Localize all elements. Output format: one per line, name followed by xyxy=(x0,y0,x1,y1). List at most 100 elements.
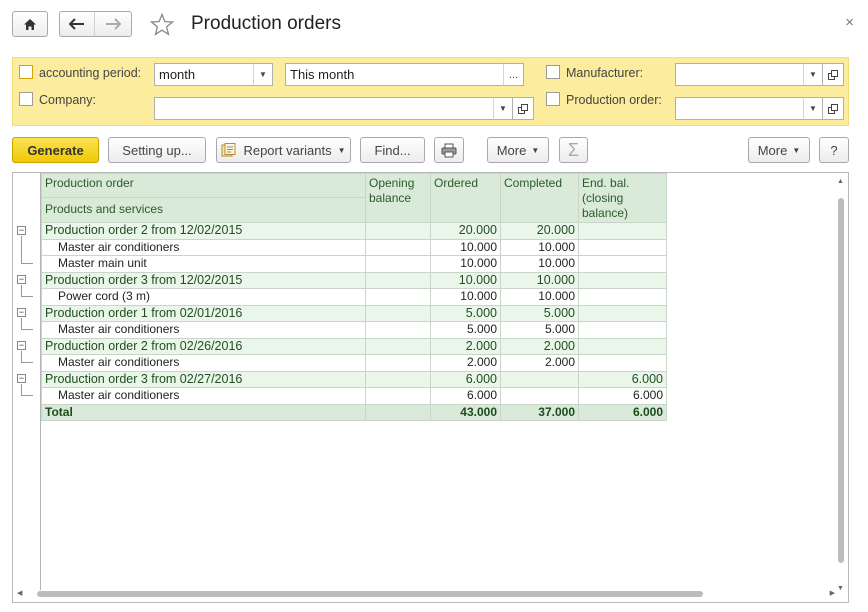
header-ordered: Ordered xyxy=(430,173,501,223)
table-row[interactable]: Master main unit 10.000 10.000 xyxy=(41,255,667,273)
forward-button[interactable] xyxy=(95,11,132,37)
accounting-period-checkbox[interactable] xyxy=(19,65,33,79)
row-end xyxy=(578,321,667,339)
table-row[interactable]: Power cord (3 m) 10.000 10.000 xyxy=(41,288,667,306)
row-name: Master air conditioners xyxy=(41,387,366,405)
open-icon xyxy=(828,69,838,80)
row-completed: 2.000 xyxy=(500,337,579,355)
company-open-button[interactable] xyxy=(512,97,534,120)
dropdown-icon: ▼ xyxy=(809,104,817,113)
report-area[interactable]: Production order Products and services O… xyxy=(12,172,849,603)
row-end xyxy=(578,222,667,240)
collapse-icon[interactable]: − xyxy=(17,275,26,284)
horizontal-scrollbar[interactable]: ◀ ▶ xyxy=(17,589,835,599)
table-row[interactable]: Production order 3 from 12/02/2015 10.000… xyxy=(41,271,667,289)
manufacturer-open-button[interactable] xyxy=(822,63,844,86)
chevron-down-icon: ▼ xyxy=(531,145,540,155)
find-label: Find... xyxy=(374,142,411,158)
row-ordered: 10.000 xyxy=(430,288,501,306)
total-row[interactable]: Total 43.000 37.000 6.000 xyxy=(41,403,667,421)
row-name: Power cord (3 m) xyxy=(41,288,366,306)
row-opening xyxy=(365,271,431,289)
collapse-icon[interactable]: − xyxy=(17,226,26,235)
row-end xyxy=(578,238,667,256)
total-ordered: 43.000 xyxy=(430,403,501,421)
tree-line xyxy=(21,395,33,396)
horizontal-scroll-thumb[interactable] xyxy=(37,591,703,597)
table-row[interactable]: Master air conditioners 6.000 6.000 xyxy=(41,387,667,405)
print-button[interactable] xyxy=(434,137,464,163)
more-right-button[interactable]: More ▼ xyxy=(748,137,810,163)
home-icon xyxy=(24,18,36,30)
scroll-down-arrow[interactable]: ▼ xyxy=(837,585,844,592)
scroll-right-arrow[interactable]: ▶ xyxy=(830,589,835,597)
home-button[interactable] xyxy=(12,11,48,37)
table-row[interactable]: Production order 2 from 12/02/2015 20.000… xyxy=(41,222,667,240)
setting-up-label: Setting up... xyxy=(122,142,192,158)
company-field[interactable] xyxy=(154,97,494,120)
period-unit-field[interactable]: month xyxy=(154,63,254,86)
row-ordered: 10.000 xyxy=(430,271,501,289)
collapse-icon[interactable]: − xyxy=(17,341,26,350)
scroll-up-arrow[interactable]: ▲ xyxy=(837,178,844,185)
row-completed xyxy=(500,370,579,388)
sum-button[interactable]: Σ xyxy=(559,137,588,163)
report-variants-button[interactable]: Report variants ▼ xyxy=(216,137,351,163)
table-row[interactable]: Production order 1 from 02/01/2016 5.000 5… xyxy=(41,304,667,322)
company-checkbox[interactable] xyxy=(19,92,33,106)
row-opening xyxy=(365,255,431,273)
period-field[interactable]: This month xyxy=(285,63,504,86)
favorite-star[interactable] xyxy=(149,12,175,39)
vertical-scrollbar[interactable]: ▲ ▼ xyxy=(836,178,846,592)
collapse-icon[interactable]: − xyxy=(17,308,26,317)
back-button[interactable] xyxy=(59,11,95,37)
manufacturer-dropdown[interactable]: ▼ xyxy=(803,63,823,86)
row-completed: 10.000 xyxy=(500,288,579,306)
generate-button[interactable]: Generate xyxy=(12,137,99,163)
production-order-checkbox[interactable] xyxy=(546,92,560,106)
manufacturer-checkbox[interactable] xyxy=(546,65,560,79)
help-button[interactable]: ? xyxy=(819,137,849,163)
manufacturer-field[interactable] xyxy=(675,63,804,86)
company-dropdown[interactable]: ▼ xyxy=(493,97,513,120)
setting-up-button[interactable]: Setting up... xyxy=(108,137,206,163)
row-completed: 10.000 xyxy=(500,255,579,273)
generate-label: Generate xyxy=(27,142,84,158)
row-name: Master air conditioners xyxy=(41,238,366,256)
row-opening xyxy=(365,337,431,355)
row-ordered: 5.000 xyxy=(430,304,501,322)
row-opening xyxy=(365,387,431,405)
header-production-order-label: Production order xyxy=(42,174,365,198)
report-variants-label: Report variants xyxy=(243,142,332,158)
production-order-dropdown[interactable]: ▼ xyxy=(803,97,823,120)
open-icon xyxy=(828,103,838,114)
dropdown-icon: ▼ xyxy=(259,70,267,79)
scroll-left-arrow[interactable]: ◀ xyxy=(17,589,22,597)
chevron-down-icon: ▼ xyxy=(337,145,346,155)
table-row[interactable]: Master air conditioners 2.000 2.000 xyxy=(41,354,667,372)
row-opening xyxy=(365,354,431,372)
row-completed: 2.000 xyxy=(500,354,579,372)
find-button[interactable]: Find... xyxy=(360,137,425,163)
collapse-icon[interactable]: − xyxy=(17,374,26,383)
row-end: 6.000 xyxy=(578,387,667,405)
total-end: 6.000 xyxy=(578,403,667,421)
period-select-button[interactable]: ... xyxy=(503,63,524,86)
production-order-label: Production order: xyxy=(566,93,662,107)
table-row[interactable]: Master air conditioners 5.000 5.000 xyxy=(41,321,667,339)
table-row[interactable]: Production order 2 from 02/26/2016 2.000 2… xyxy=(41,337,667,355)
close-icon[interactable]: × xyxy=(845,14,854,31)
table-row[interactable]: Production order 3 from 02/27/2016 6.000 6… xyxy=(41,370,667,388)
header-completed: Completed xyxy=(500,173,579,223)
more-label: More xyxy=(496,142,527,158)
row-opening xyxy=(365,288,431,306)
production-order-field[interactable] xyxy=(675,97,804,120)
manufacturer-label: Manufacturer: xyxy=(566,66,644,80)
row-ordered: 5.000 xyxy=(430,321,501,339)
production-order-open-button[interactable] xyxy=(822,97,844,120)
table-row[interactable]: Master air conditioners 10.000 10.000 xyxy=(41,238,667,256)
period-unit-dropdown[interactable]: ▼ xyxy=(253,63,273,86)
row-opening xyxy=(365,321,431,339)
more-button[interactable]: More ▼ xyxy=(487,137,549,163)
vertical-scroll-thumb[interactable] xyxy=(838,198,844,563)
